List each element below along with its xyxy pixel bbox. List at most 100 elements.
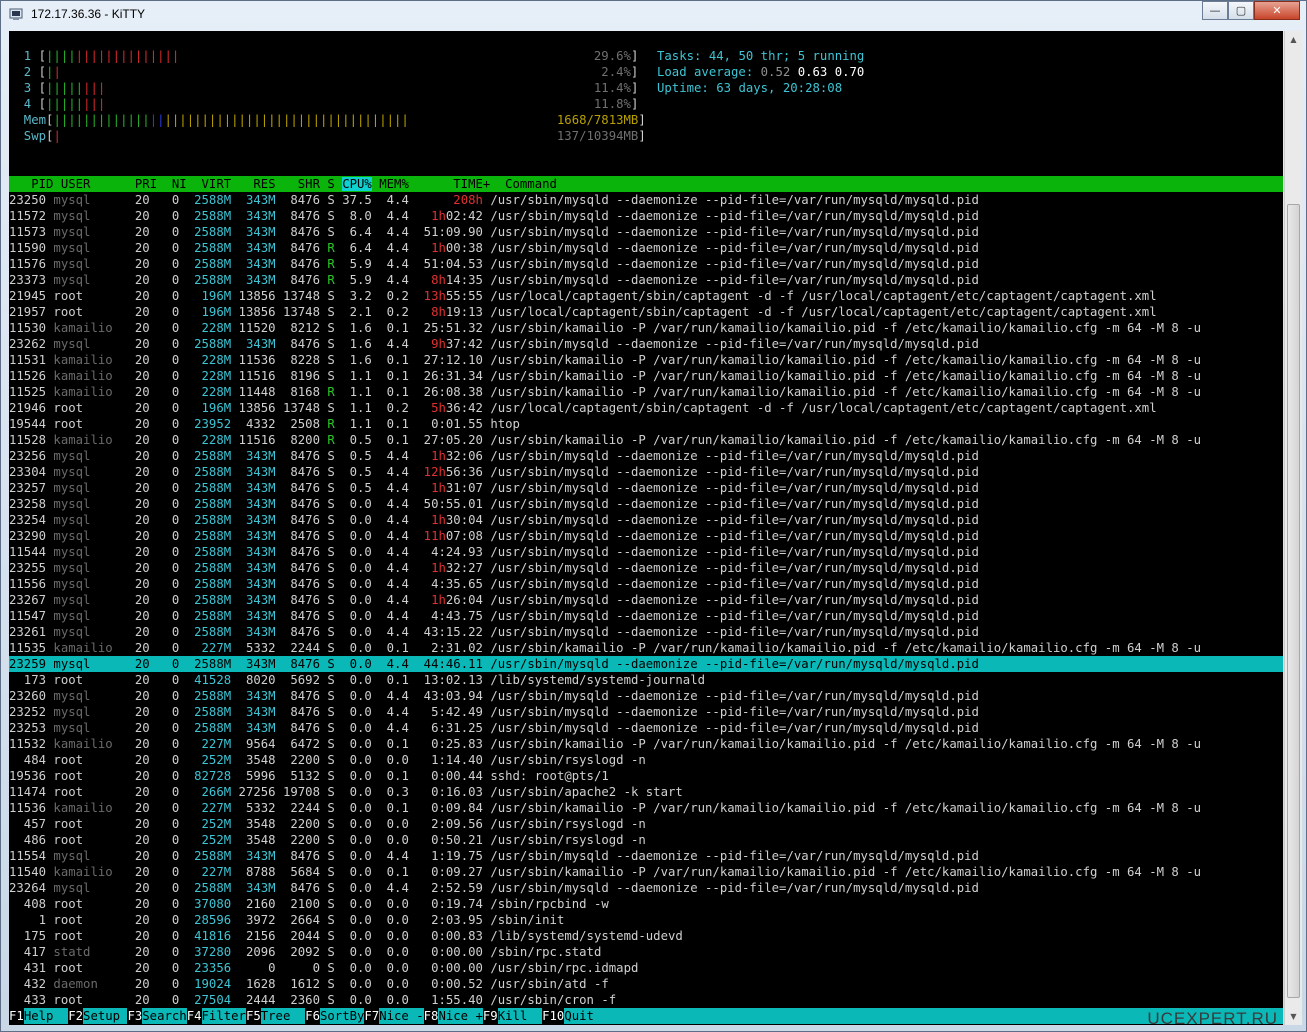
- scrollbar-thumb[interactable]: [1287, 204, 1300, 998]
- fkey-f4[interactable]: F4: [186, 1009, 202, 1023]
- process-row[interactable]: 432 daemon 20 0 19024 1628 1612 S 0.0 0.…: [9, 976, 1283, 992]
- cpu-meter-3: 3 [|||||||| 11.4%]: [9, 80, 639, 96]
- process-row[interactable]: 23253 mysql 20 0 2588M 343M 8476 S 0.0 4…: [9, 720, 1283, 736]
- process-row[interactable]: 11556 mysql 20 0 2588M 343M 8476 S 0.0 4…: [9, 576, 1283, 592]
- fkey-f5[interactable]: F5: [245, 1009, 261, 1023]
- terminal-scrollbar[interactable]: ▲ ▼: [1284, 31, 1302, 1025]
- process-row[interactable]: 486 root 20 0 252M 3548 2200 S 0.0 0.0 0…: [9, 832, 1283, 848]
- maximize-button[interactable]: ▢: [1228, 1, 1254, 20]
- process-row[interactable]: 23257 mysql 20 0 2588M 343M 8476 S 0.5 4…: [9, 480, 1283, 496]
- fkey-label-filter[interactable]: Filter: [201, 1008, 246, 1024]
- process-row[interactable]: 417 statd 20 0 37280 2096 2092 S 0.0 0.0…: [9, 944, 1283, 960]
- process-row[interactable]: 21946 root 20 0 196M 13856 13748 S 1.1 0…: [9, 400, 1283, 416]
- fkey-f1[interactable]: F1: [9, 1009, 24, 1023]
- process-row[interactable]: 23252 mysql 20 0 2588M 343M 8476 S 0.0 4…: [9, 704, 1283, 720]
- process-row[interactable]: 11474 root 20 0 266M 27256 19708 S 0.0 0…: [9, 784, 1283, 800]
- scroll-down-arrow-icon[interactable]: ▼: [1285, 1008, 1302, 1025]
- process-row[interactable]: 23267 mysql 20 0 2588M 343M 8476 S 0.0 4…: [9, 592, 1283, 608]
- process-row[interactable]: 23254 mysql 20 0 2588M 343M 8476 S 0.0 4…: [9, 512, 1283, 528]
- process-row[interactable]: 23250 mysql 20 0 2588M 343M 8476 S 37.5 …: [9, 192, 1283, 208]
- process-row[interactable]: 23258 mysql 20 0 2588M 343M 8476 S 0.0 4…: [9, 496, 1283, 512]
- fkey-label-kill[interactable]: Kill: [497, 1008, 543, 1024]
- process-row[interactable]: 23255 mysql 20 0 2588M 343M 8476 S 0.0 4…: [9, 560, 1283, 576]
- fkey-label-tree[interactable]: Tree: [260, 1008, 306, 1024]
- fkey-f9[interactable]: F9: [482, 1009, 498, 1023]
- process-row[interactable]: 11590 mysql 20 0 2588M 343M 8476 R 6.4 4…: [9, 240, 1283, 256]
- process-row[interactable]: 11536 kamailio 20 0 227M 5332 2244 S 0.0…: [9, 800, 1283, 816]
- fkey-label-nice-[interactable]: Nice -: [379, 1008, 424, 1024]
- process-row[interactable]: 23261 mysql 20 0 2588M 343M 8476 S 0.0 4…: [9, 624, 1283, 640]
- process-row[interactable]: 11535 kamailio 20 0 227M 5332 2244 S 0.0…: [9, 640, 1283, 656]
- col-pid[interactable]: PID: [9, 177, 61, 191]
- selected-process-row[interactable]: 23259 mysql 20 0 2588M 343M 8476 S 0.0 4…: [9, 656, 1283, 672]
- col-shr[interactable]: SHR: [283, 177, 327, 191]
- process-row[interactable]: 23290 mysql 20 0 2588M 343M 8476 S 0.0 4…: [9, 528, 1283, 544]
- process-row[interactable]: 11532 kamailio 20 0 227M 9564 6472 S 0.0…: [9, 736, 1283, 752]
- fkey-f2[interactable]: F2: [68, 1009, 84, 1023]
- scroll-up-arrow-icon[interactable]: ▲: [1285, 31, 1302, 48]
- process-row[interactable]: 11554 mysql 20 0 2588M 343M 8476 S 0.0 4…: [9, 848, 1283, 864]
- fkey-label-sortby[interactable]: SortBy: [319, 1008, 365, 1024]
- process-row[interactable]: 11530 kamailio 20 0 228M 11520 8212 S 1.…: [9, 320, 1283, 336]
- col-res[interactable]: RES: [239, 177, 283, 191]
- fkey-label-search[interactable]: Search: [142, 1008, 187, 1024]
- fkey-f3[interactable]: F3: [127, 1009, 143, 1023]
- fkey-f8[interactable]: F8: [423, 1009, 439, 1023]
- process-row[interactable]: 11531 kamailio 20 0 228M 11536 8228 S 1.…: [9, 352, 1283, 368]
- minimize-button[interactable]: —: [1202, 1, 1228, 20]
- process-row[interactable]: 21957 root 20 0 196M 13856 13748 S 2.1 0…: [9, 304, 1283, 320]
- process-row[interactable]: 19544 root 20 0 23952 4332 2508 R 1.1 0.…: [9, 416, 1283, 432]
- col-mem[interactable]: MEM%: [372, 177, 424, 191]
- command: /usr/sbin/kamailio -P /var/run/kamailio/…: [490, 737, 1202, 751]
- process-row[interactable]: 23260 mysql 20 0 2588M 343M 8476 S 0.0 4…: [9, 688, 1283, 704]
- process-row[interactable]: 484 root 20 0 252M 3548 2200 S 0.0 0.0 1…: [9, 752, 1283, 768]
- process-row[interactable]: 23304 mysql 20 0 2588M 343M 8476 S 0.5 4…: [9, 464, 1283, 480]
- col-pri[interactable]: PRI: [135, 177, 165, 191]
- fkey-label-nice-[interactable]: Nice +: [438, 1008, 483, 1024]
- process-row[interactable]: 431 root 20 0 23356 0 0 S 0.0 0.0 0:00.0…: [9, 960, 1283, 976]
- col-command[interactable]: Command: [505, 177, 1283, 191]
- process-row[interactable]: 11576 mysql 20 0 2588M 343M 8476 R 5.9 4…: [9, 256, 1283, 272]
- fkey-f10[interactable]: F10: [542, 1009, 565, 1023]
- process-row[interactable]: 23264 mysql 20 0 2588M 343M 8476 S 0.0 4…: [9, 880, 1283, 896]
- process-row[interactable]: 23373 mysql 20 0 2588M 343M 8476 R 5.9 4…: [9, 272, 1283, 288]
- fkey-label-quit[interactable]: Quit: [564, 1008, 594, 1024]
- process-row[interactable]: 433 root 20 0 27504 2444 2360 S 0.0 0.0 …: [9, 992, 1283, 1008]
- fkey-f6[interactable]: F6: [305, 1009, 320, 1023]
- priority: 20: [127, 849, 158, 863]
- col-time[interactable]: TIME+: [424, 177, 505, 191]
- process-row[interactable]: 11572 mysql 20 0 2588M 343M 8476 S 8.0 4…: [9, 208, 1283, 224]
- process-row[interactable]: 11547 mysql 20 0 2588M 343M 8476 S 0.0 4…: [9, 608, 1283, 624]
- process-row[interactable]: 457 root 20 0 252M 3548 2200 S 0.0 0.0 2…: [9, 816, 1283, 832]
- process-row[interactable]: 11525 kamailio 20 0 228M 11448 8168 R 1.…: [9, 384, 1283, 400]
- col-cpu-sorted[interactable]: CPU%: [342, 177, 372, 191]
- virt: 37280: [186, 945, 239, 959]
- col-user[interactable]: USER: [61, 177, 135, 191]
- process-row[interactable]: 173 root 20 0 41528 8020 5692 S 0.0 0.1 …: [9, 672, 1283, 688]
- fkey-label-help[interactable]: Help: [23, 1008, 69, 1024]
- process-row[interactable]: 175 root 20 0 41816 2156 2044 S 0.0 0.0 …: [9, 928, 1283, 944]
- close-button[interactable]: ✕: [1254, 1, 1300, 20]
- process-row[interactable]: 23262 mysql 20 0 2588M 343M 8476 S 1.6 4…: [9, 336, 1283, 352]
- process-row[interactable]: 1 root 20 0 28596 3972 2664 S 0.0 0.0 2:…: [9, 912, 1283, 928]
- process-row[interactable]: 11573 mysql 20 0 2588M 343M 8476 S 6.4 4…: [9, 224, 1283, 240]
- title-bar[interactable]: 172.17.36.36 - KiTTY — ▢ ✕: [1, 1, 1306, 27]
- process-row[interactable]: 23256 mysql 20 0 2588M 343M 8476 S 0.5 4…: [9, 448, 1283, 464]
- process-row[interactable]: 11528 kamailio 20 0 228M 11516 8200 R 0.…: [9, 432, 1283, 448]
- process-row[interactable]: 11540 kamailio 20 0 227M 8788 5684 S 0.0…: [9, 864, 1283, 880]
- col-state[interactable]: S: [327, 177, 342, 191]
- cpu-percent: 0.0: [342, 961, 380, 975]
- terminal-screen[interactable]: 1 [|||||||||||||||||| 29.6%] 2 [|| 2.4%]…: [9, 31, 1283, 1025]
- cpu-percent: 0.0: [342, 913, 380, 927]
- fkey-f7[interactable]: F7: [364, 1009, 380, 1023]
- process-row[interactable]: 11544 mysql 20 0 2588M 343M 8476 S 0.0 4…: [9, 544, 1283, 560]
- virt: 41816: [186, 929, 239, 943]
- col-virt[interactable]: VIRT: [194, 177, 238, 191]
- process-row[interactable]: 19536 root 20 0 82728 5996 5132 S 0.0 0.…: [9, 768, 1283, 784]
- process-row[interactable]: 408 root 20 0 37080 2160 2100 S 0.0 0.0 …: [9, 896, 1283, 912]
- process-row[interactable]: 11526 kamailio 20 0 228M 11516 8196 S 1.…: [9, 368, 1283, 384]
- process-row[interactable]: 21945 root 20 0 196M 13856 13748 S 3.2 0…: [9, 288, 1283, 304]
- fkey-label-setup[interactable]: Setup: [83, 1008, 128, 1024]
- col-ni[interactable]: NI: [165, 177, 195, 191]
- priority: 20: [127, 209, 158, 223]
